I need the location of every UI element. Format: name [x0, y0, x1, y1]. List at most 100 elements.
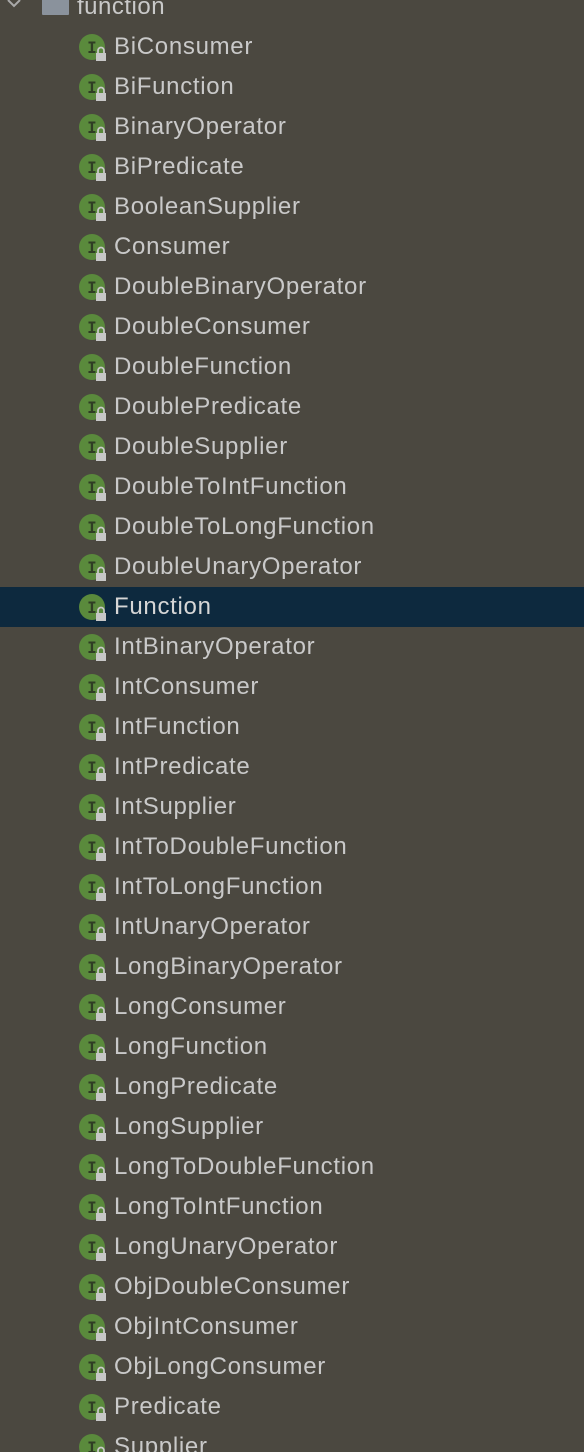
interface-icon: I	[79, 34, 106, 61]
tree-item-double-consumer[interactable]: I DoubleConsumer	[0, 307, 584, 347]
tree-item-int-unary-operator[interactable]: I IntUnaryOperator	[0, 907, 584, 947]
tree-item-int-to-double-function[interactable]: I IntToDoubleFunction	[0, 827, 584, 867]
tree-item-double-unary-operator[interactable]: I DoubleUnaryOperator	[0, 547, 584, 587]
svg-text:I: I	[87, 478, 97, 497]
svg-text:I: I	[87, 358, 97, 377]
tree-item-label: DoubleBinaryOperator	[114, 273, 367, 300]
interface-icon: I	[79, 74, 106, 101]
package-row-function[interactable]: function	[0, 0, 584, 27]
interface-icon: I	[79, 674, 106, 701]
interface-icon: I	[79, 1074, 106, 1101]
tree-item-long-consumer[interactable]: I LongConsumer	[0, 987, 584, 1027]
interface-icon: I	[79, 1034, 106, 1061]
svg-text:I: I	[87, 1438, 97, 1452]
interface-icon: I	[79, 1314, 106, 1341]
tree-item-bi-function[interactable]: I BiFunction	[0, 67, 584, 107]
interface-icon: I	[79, 1274, 106, 1301]
tree-item-label: IntToDoubleFunction	[114, 833, 348, 860]
svg-text:I: I	[87, 1398, 97, 1417]
chevron-down-icon[interactable]	[6, 0, 22, 11]
svg-text:I: I	[87, 918, 97, 937]
interface-icon: I	[79, 274, 106, 301]
tree-item-label: IntBinaryOperator	[114, 633, 316, 660]
tree-item-supplier[interactable]: I Supplier	[0, 1427, 584, 1452]
tree-item-long-supplier[interactable]: I LongSupplier	[0, 1107, 584, 1147]
tree-item-obj-int-consumer[interactable]: I ObjIntConsumer	[0, 1307, 584, 1347]
tree-item-double-to-long-function[interactable]: I DoubleToLongFunction	[0, 507, 584, 547]
interface-icon: I	[79, 1194, 106, 1221]
tree-item-int-to-long-function[interactable]: I IntToLongFunction	[0, 867, 584, 907]
interface-icon: I	[79, 1394, 106, 1421]
svg-text:I: I	[87, 38, 97, 57]
svg-text:I: I	[87, 318, 97, 337]
tree-item-double-to-int-function[interactable]: I DoubleToIntFunction	[0, 467, 584, 507]
tree-item-long-predicate[interactable]: I LongPredicate	[0, 1067, 584, 1107]
interface-icon: I	[79, 874, 106, 901]
tree-item-predicate[interactable]: I Predicate	[0, 1387, 584, 1427]
tree-item-long-binary-operator[interactable]: I LongBinaryOperator	[0, 947, 584, 987]
tree-item-double-supplier[interactable]: I DoubleSupplier	[0, 427, 584, 467]
svg-text:I: I	[87, 398, 97, 417]
tree-item-label: LongFunction	[114, 1033, 268, 1060]
svg-text:I: I	[87, 118, 97, 137]
package-folder-icon	[42, 0, 69, 15]
tree-item-label: Supplier	[114, 1433, 208, 1452]
interface-icon: I	[79, 1354, 106, 1381]
svg-text:I: I	[87, 718, 97, 737]
tree-item-label: LongConsumer	[114, 993, 287, 1020]
tree-item-long-function[interactable]: I LongFunction	[0, 1027, 584, 1067]
tree-item-bi-predicate[interactable]: I BiPredicate	[0, 147, 584, 187]
interface-icon: I	[79, 234, 106, 261]
interface-icon: I	[79, 714, 106, 741]
svg-text:I: I	[87, 998, 97, 1017]
tree-item-double-predicate[interactable]: I DoublePredicate	[0, 387, 584, 427]
tree-item-boolean-supplier[interactable]: I BooleanSupplier	[0, 187, 584, 227]
tree-item-int-supplier[interactable]: I IntSupplier	[0, 787, 584, 827]
interface-icon: I	[79, 354, 106, 381]
tree-item-label: BiFunction	[114, 73, 235, 100]
interface-icon: I	[79, 794, 106, 821]
tree-item-long-to-double-function[interactable]: I LongToDoubleFunction	[0, 1147, 584, 1187]
tree-item-bi-consumer[interactable]: I BiConsumer	[0, 27, 584, 67]
svg-text:I: I	[87, 1078, 97, 1097]
interface-icon: I	[79, 114, 106, 141]
tree-item-label: DoubleSupplier	[114, 433, 288, 460]
tree-item-consumer[interactable]: I Consumer	[0, 227, 584, 267]
svg-text:I: I	[87, 1158, 97, 1177]
interface-icon: I	[79, 474, 106, 501]
tree-item-int-function[interactable]: I IntFunction	[0, 707, 584, 747]
tree-item-int-consumer[interactable]: I IntConsumer	[0, 667, 584, 707]
tree-item-long-to-int-function[interactable]: I LongToIntFunction	[0, 1187, 584, 1227]
tree-item-long-unary-operator[interactable]: I LongUnaryOperator	[0, 1227, 584, 1267]
tree-item-label: BiConsumer	[114, 33, 254, 60]
interface-icon: I	[79, 994, 106, 1021]
interface-icon: I	[79, 914, 106, 941]
tree-item-binary-operator[interactable]: I BinaryOperator	[0, 107, 584, 147]
tree-item-function[interactable]: I Function	[0, 587, 584, 627]
tree-item-obj-double-consumer[interactable]: I ObjDoubleConsumer	[0, 1267, 584, 1307]
svg-text:I: I	[87, 1318, 97, 1337]
tree-item-label: Consumer	[114, 233, 231, 260]
svg-text:I: I	[87, 198, 97, 217]
tree-item-label: DoubleFunction	[114, 353, 292, 380]
tree-item-obj-long-consumer[interactable]: I ObjLongConsumer	[0, 1347, 584, 1387]
tree-item-label: Predicate	[114, 1393, 222, 1420]
svg-text:I: I	[87, 238, 97, 257]
tree-item-label: ObjDoubleConsumer	[114, 1273, 351, 1300]
tree-item-double-function[interactable]: I DoubleFunction	[0, 347, 584, 387]
tree-item-label: LongToIntFunction	[114, 1193, 324, 1220]
tree-item-int-predicate[interactable]: I IntPredicate	[0, 747, 584, 787]
tree-item-int-binary-operator[interactable]: I IntBinaryOperator	[0, 627, 584, 667]
tree-item-label: BinaryOperator	[114, 113, 287, 140]
tree-item-double-binary-operator[interactable]: I DoubleBinaryOperator	[0, 267, 584, 307]
tree-item-label: BiPredicate	[114, 153, 245, 180]
tree-item-label: ObjLongConsumer	[114, 1353, 326, 1380]
interface-icon: I	[79, 554, 106, 581]
interface-icon: I	[79, 194, 106, 221]
tree-item-label: LongBinaryOperator	[114, 953, 343, 980]
tree-item-label: IntSupplier	[114, 793, 237, 820]
tree-item-label: LongToDoubleFunction	[114, 1153, 375, 1180]
tree-item-label: IntFunction	[114, 713, 241, 740]
interface-icon: I	[79, 434, 106, 461]
svg-text:I: I	[87, 758, 97, 777]
